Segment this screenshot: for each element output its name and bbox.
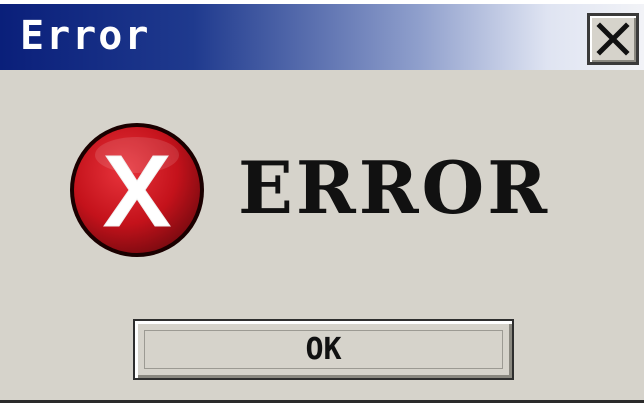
error-dialog-window: Error ERROR OK [0,0,644,403]
ok-button-label: OK [144,330,503,369]
title-bar[interactable]: Error [0,4,644,70]
window-title: Error [20,13,151,59]
error-heading: ERROR [238,145,551,230]
error-x-circle-icon [66,119,208,261]
close-icon [596,22,630,56]
ok-button[interactable]: OK [133,319,514,380]
close-button[interactable] [587,13,639,65]
